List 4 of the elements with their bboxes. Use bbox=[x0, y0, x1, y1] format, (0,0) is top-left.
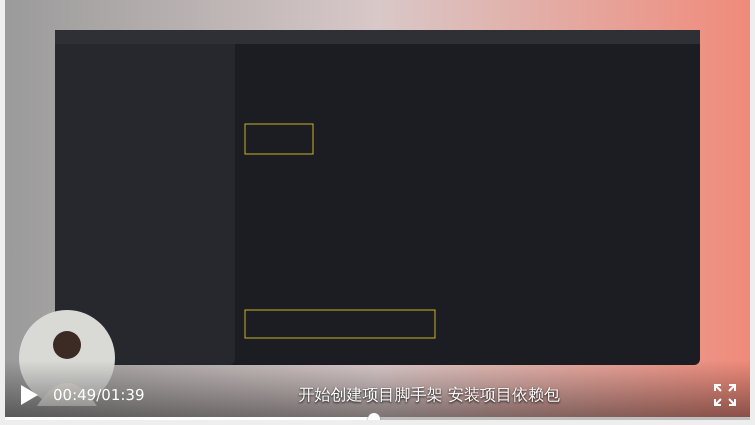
play-button[interactable] bbox=[19, 384, 39, 406]
subtitle: 开始创建项目脚手架 安装项目依赖包 bbox=[298, 384, 561, 406]
playback-time: 00:49/01:39 bbox=[53, 386, 145, 404]
fullscreen-button[interactable] bbox=[714, 384, 736, 406]
